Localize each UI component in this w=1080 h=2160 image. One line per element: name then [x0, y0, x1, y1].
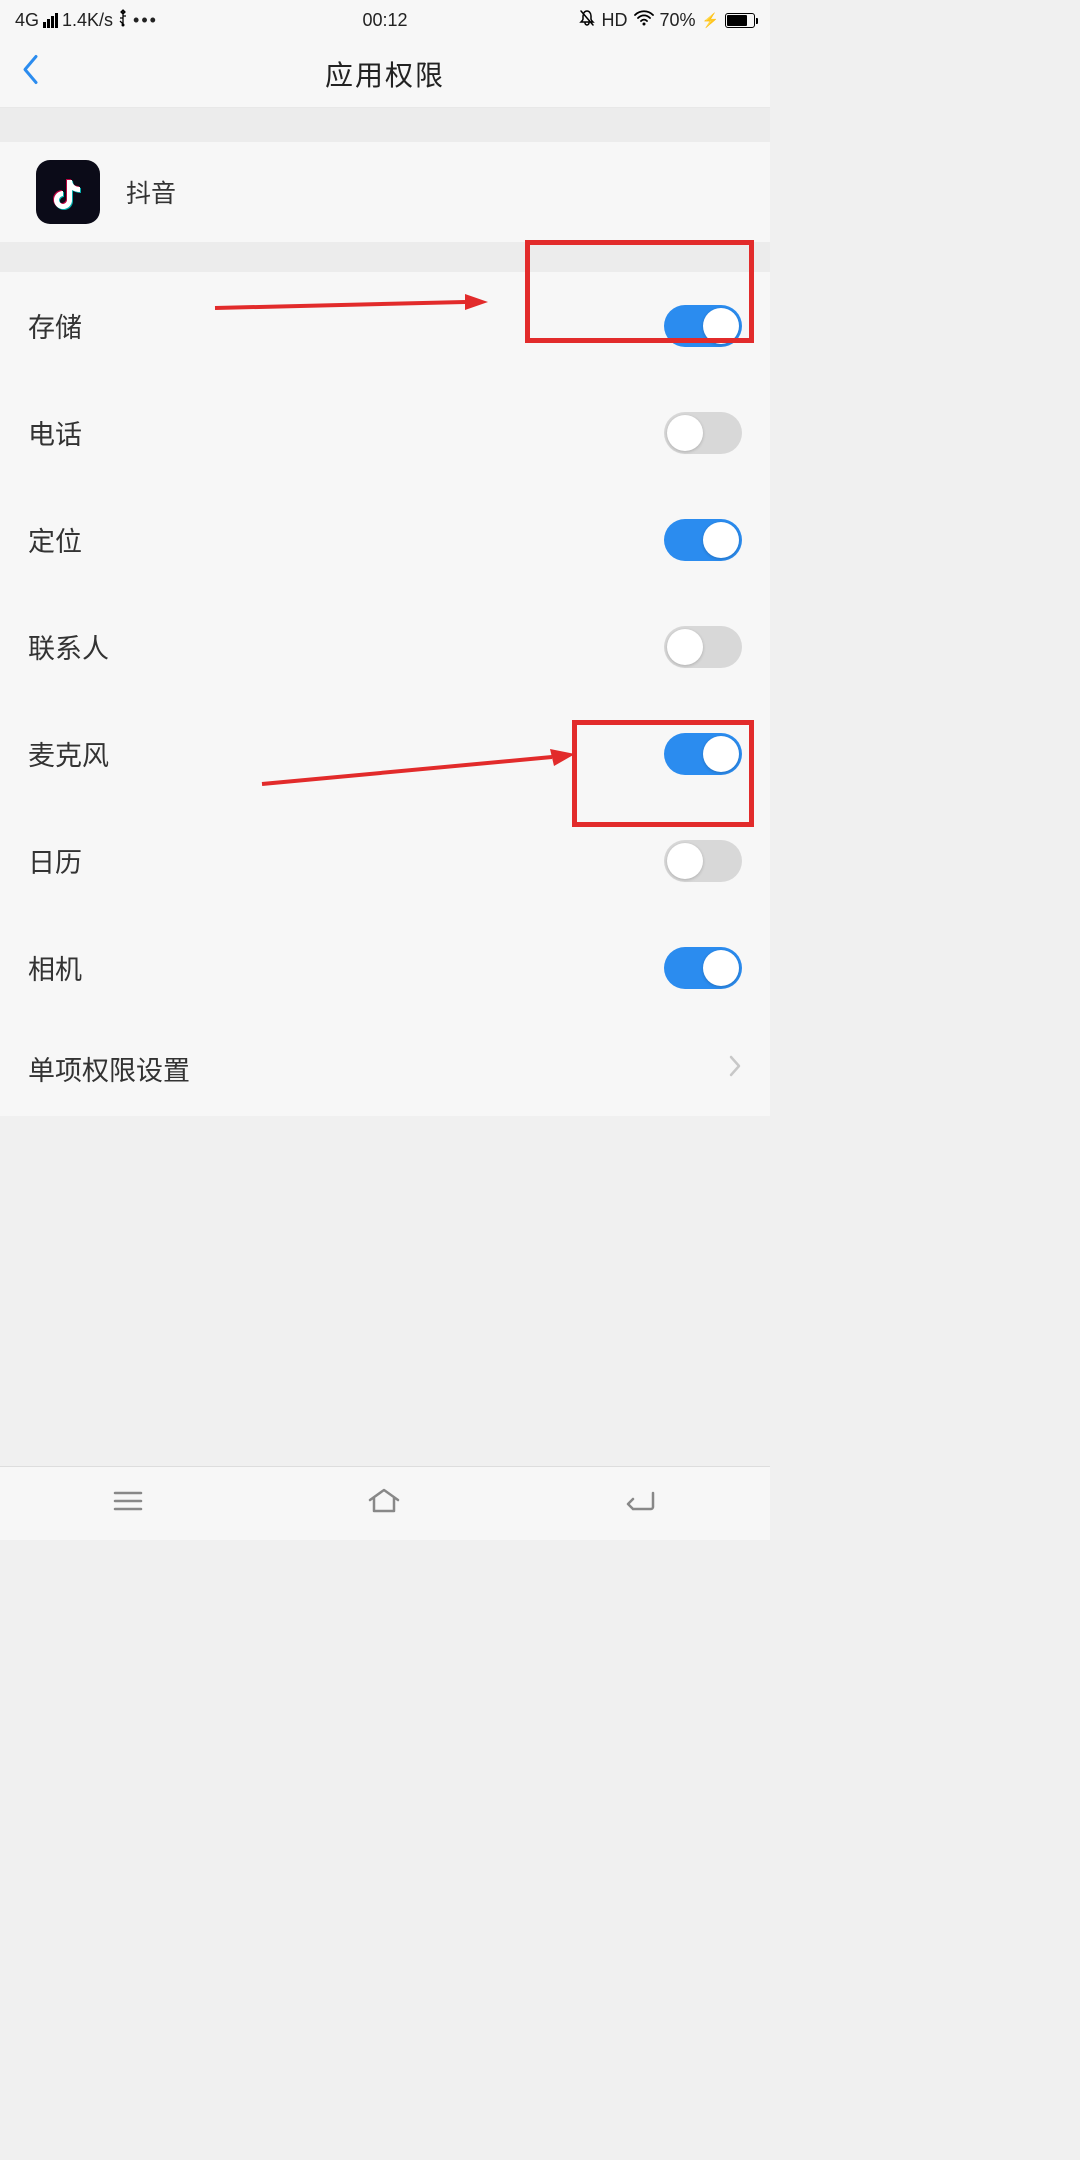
section-spacer	[0, 242, 770, 272]
app-icon-douyin	[36, 160, 100, 224]
hd-label: HD	[602, 10, 628, 31]
permission-toggle[interactable]	[664, 840, 742, 882]
permissions-list: 存储电话定位联系人麦克风日历相机	[0, 272, 770, 1021]
status-left: 4G 1.4K/s •••	[15, 9, 158, 32]
permission-row: 定位	[0, 486, 770, 593]
permission-toggle[interactable]	[664, 519, 742, 561]
permission-label: 麦克风	[28, 734, 109, 773]
battery-percent: 70%	[660, 10, 696, 31]
permission-toggle[interactable]	[664, 733, 742, 775]
permission-row: 麦克风	[0, 700, 770, 807]
permission-label: 相机	[28, 948, 82, 987]
chevron-right-icon	[728, 1052, 742, 1086]
permission-label: 定位	[28, 520, 82, 559]
permission-label: 日历	[28, 841, 82, 880]
permission-row: 存储	[0, 272, 770, 379]
permission-toggle[interactable]	[664, 412, 742, 454]
more-icon: •••	[133, 10, 158, 31]
back-button[interactable]	[20, 52, 40, 95]
permission-label: 联系人	[28, 627, 109, 666]
section-spacer	[0, 108, 770, 142]
signal-icon	[43, 13, 58, 28]
menu-button[interactable]	[111, 1488, 145, 1519]
network-type: 4G	[15, 10, 39, 31]
nav-item-label: 单项权限设置	[28, 1049, 190, 1088]
charging-icon: ⚡	[702, 12, 719, 29]
permission-label: 电话	[28, 413, 82, 452]
permission-row: 日历	[0, 807, 770, 914]
clock: 00:12	[362, 10, 407, 31]
permission-toggle[interactable]	[664, 305, 742, 347]
permission-row: 电话	[0, 379, 770, 486]
permission-row: 联系人	[0, 593, 770, 700]
home-button[interactable]	[366, 1486, 402, 1521]
permission-toggle[interactable]	[664, 626, 742, 668]
mute-icon	[578, 9, 596, 32]
wifi-icon	[634, 10, 654, 31]
battery-icon	[725, 13, 755, 28]
back-nav-button[interactable]	[623, 1487, 659, 1520]
navigation-bar	[0, 1466, 770, 1540]
permission-toggle[interactable]	[664, 947, 742, 989]
status-right: HD 70% ⚡	[578, 9, 755, 32]
usb-icon	[117, 9, 129, 32]
header: 应用权限	[0, 40, 770, 108]
data-rate: 1.4K/s	[62, 10, 113, 31]
permission-label: 存储	[28, 306, 82, 345]
permission-row: 相机	[0, 914, 770, 1021]
status-bar: 4G 1.4K/s ••• 00:12 HD 70% ⚡	[0, 0, 770, 40]
app-info-row: 抖音	[0, 142, 770, 242]
page-title: 应用权限	[325, 54, 445, 94]
nav-item-detailed-settings[interactable]: 单项权限设置	[0, 1021, 770, 1116]
app-name: 抖音	[126, 174, 176, 210]
